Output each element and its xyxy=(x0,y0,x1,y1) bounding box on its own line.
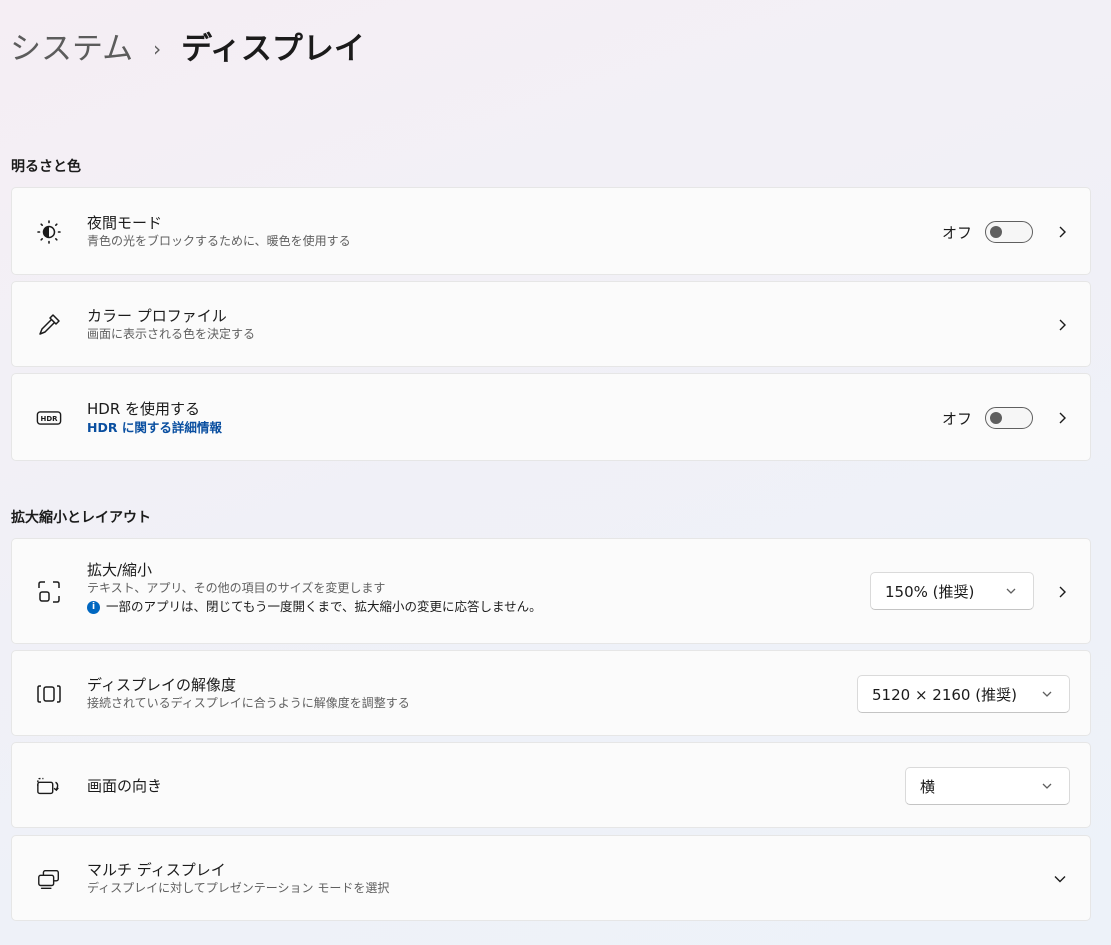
night-mode-toggle[interactable] xyxy=(985,221,1033,243)
page-title: ディスプレイ xyxy=(181,31,365,67)
hdr-card[interactable]: HDR HDR を使用する HDR に関する詳細情報 オフ xyxy=(11,373,1091,461)
multi-display-card[interactable]: マルチ ディスプレイ ディスプレイに対してプレゼンテーション モードを選択 xyxy=(11,835,1091,921)
orientation-title: 画面の向き xyxy=(87,777,163,795)
chevron-right-icon[interactable] xyxy=(1054,584,1070,600)
color-profile-card[interactable]: カラー プロファイル 画面に表示される色を決定する xyxy=(11,281,1091,367)
toggle-knob xyxy=(990,412,1002,424)
resolution-icon xyxy=(36,681,62,707)
orientation-dropdown[interactable]: 横 xyxy=(905,767,1070,805)
section-title-brightness: 明るさと色 xyxy=(11,159,81,175)
hdr-learn-more-link[interactable]: HDR に関する詳細情報 xyxy=(87,419,222,437)
chevron-down-icon xyxy=(1042,691,1052,697)
color-profile-subtitle: 画面に表示される色を決定する xyxy=(87,327,256,341)
section-title-scale: 拡大縮小とレイアウト xyxy=(11,510,151,526)
scale-subtitle: テキスト、アプリ、その他の項目のサイズを変更します xyxy=(87,581,386,595)
multi-display-icon xyxy=(36,866,62,892)
scale-text: 拡大/縮小 テキスト、アプリ、その他の項目のサイズを変更します i 一部のアプリ… xyxy=(87,560,542,616)
scale-dropdown-value: 150% (推奨) xyxy=(885,582,975,601)
multi-display-text: マルチ ディスプレイ ディスプレイに対してプレゼンテーション モードを選択 xyxy=(87,860,389,897)
scale-note: i 一部のアプリは、閉じてもう一度開くまで、拡大縮小の変更に応答しません。 xyxy=(87,598,542,616)
multi-display-title: マルチ ディスプレイ xyxy=(87,861,226,879)
color-profile-title: カラー プロファイル xyxy=(87,307,227,325)
resolution-text: ディスプレイの解像度 接続されているディスプレイに合うように解像度を調整する xyxy=(87,675,410,712)
hdr-toggle[interactable] xyxy=(985,407,1033,429)
night-mode-text: 夜間モード 青色の光をブロックするために、暖色を使用する xyxy=(87,213,351,250)
breadcrumb: システム › ディスプレイ xyxy=(10,26,365,72)
breadcrumb-separator: › xyxy=(153,37,162,61)
night-mode-toggle-label: オフ xyxy=(942,224,973,242)
hdr-badge-text: HDR xyxy=(41,415,59,423)
night-mode-card[interactable]: 夜間モード 青色の光をブロックするために、暖色を使用する オフ xyxy=(11,187,1091,275)
hdr-icon: HDR xyxy=(36,405,62,431)
chevron-down-icon[interactable] xyxy=(1052,871,1068,887)
resolution-card[interactable]: ディスプレイの解像度 接続されているディスプレイに合うように解像度を調整する 5… xyxy=(11,650,1091,736)
hdr-title: HDR を使用する xyxy=(87,400,201,418)
brightness-icon xyxy=(36,219,62,245)
hdr-text: HDR を使用する HDR に関する詳細情報 xyxy=(87,399,222,437)
breadcrumb-system[interactable]: システム xyxy=(10,26,133,72)
resolution-dropdown-value: 5120 × 2160 (推奨) xyxy=(872,685,1017,704)
scale-icon xyxy=(36,579,62,605)
orientation-text: 画面の向き xyxy=(87,776,162,796)
toggle-knob xyxy=(990,226,1002,238)
resolution-subtitle: 接続されているディスプレイに合うように解像度を調整する xyxy=(87,696,410,710)
orientation-icon xyxy=(36,773,62,799)
scale-note-text: 一部のアプリは、閉じてもう一度開くまで、拡大縮小の変更に応答しません。 xyxy=(106,599,542,614)
chevron-down-icon xyxy=(1006,588,1016,594)
chevron-right-icon[interactable] xyxy=(1054,410,1070,426)
chevron-down-icon xyxy=(1042,783,1052,789)
orientation-card[interactable]: 画面の向き 横 xyxy=(11,742,1091,828)
orientation-dropdown-value: 横 xyxy=(920,777,936,796)
night-mode-title: 夜間モード xyxy=(87,214,163,232)
chevron-right-icon[interactable] xyxy=(1054,224,1070,240)
scale-dropdown[interactable]: 150% (推奨) xyxy=(870,572,1034,610)
resolution-title: ディスプレイの解像度 xyxy=(87,676,236,694)
hdr-toggle-label: オフ xyxy=(942,410,973,428)
color-profile-text: カラー プロファイル 画面に表示される色を決定する xyxy=(87,306,255,343)
multi-display-subtitle: ディスプレイに対してプレゼンテーション モードを選択 xyxy=(87,881,390,895)
scale-title: 拡大/縮小 xyxy=(87,561,153,579)
eyedropper-icon xyxy=(36,312,62,338)
resolution-dropdown[interactable]: 5120 × 2160 (推奨) xyxy=(857,675,1070,713)
scale-card[interactable]: 拡大/縮小 テキスト、アプリ、その他の項目のサイズを変更します i 一部のアプリ… xyxy=(11,538,1091,644)
info-icon: i xyxy=(87,600,100,614)
chevron-right-icon[interactable] xyxy=(1054,317,1070,333)
night-mode-subtitle: 青色の光をブロックするために、暖色を使用する xyxy=(87,234,351,248)
